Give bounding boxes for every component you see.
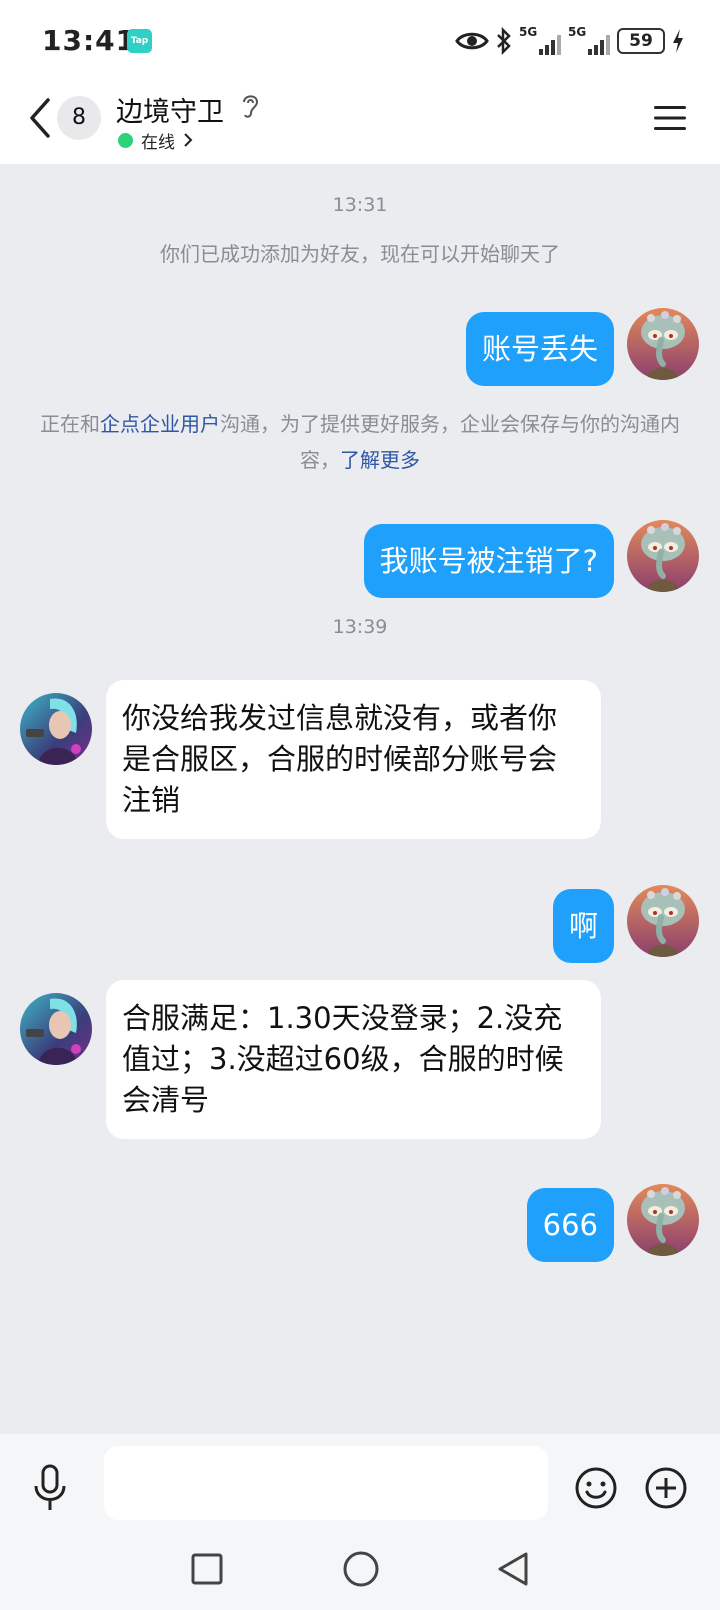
system-message: 你们已成功添加为好友，现在可以开始聊天了 [160,242,560,266]
my-avatar-image [627,308,699,380]
my-avatar-image [627,885,699,957]
network-type-label: 5G [519,25,538,39]
online-status-dot [118,133,133,148]
notice-prefix: 正在和 [40,412,100,436]
status-bar: 13:41 Tap 5G 5G 59 [0,0,720,82]
online-status-text[interactable]: 在线 [141,128,175,153]
chat-area[interactable]: 13:31 你们已成功添加为好友，现在可以开始聊天了 账号丢失 正在和企点企业用… [0,164,720,1434]
message-input[interactable] [104,1446,548,1520]
my-message-bubble[interactable]: 666 [526,1188,614,1262]
battery-icon: 59 [617,28,665,54]
signal-icon: 5G [568,25,610,57]
eye-icon [455,32,489,50]
ear-icon[interactable] [238,92,262,120]
network-type-label: 5G [568,25,587,39]
status-icons: 5G 5G 59 [455,24,684,58]
my-avatar[interactable] [627,1184,699,1256]
enterprise-notice: 正在和企点企业用户沟通，为了提供更好服务，企业会保存与你的沟通内容，了解更多 [40,406,680,478]
contact-message-bubble[interactable]: 合服满足：1.30天没登录；2.没充值过；3.没超过60级，合服的时候会清号 [106,980,601,1139]
emoji-icon[interactable] [574,1466,618,1510]
my-avatar-image [627,1184,699,1256]
signal-icon: 5G [519,25,561,57]
plus-icon[interactable] [644,1466,688,1510]
contact-message-bubble[interactable]: 你没给我发过信息就没有，或者你是合服区，合服的时候部分账号会注销 [106,680,601,839]
notice-text: 沟通，为了提供更好服务，企业会保存与你的沟通内容， [220,412,680,472]
contact-name[interactable]: 边境守卫 [116,90,224,129]
my-avatar-image [627,520,699,592]
clock: 13:41 [42,24,137,57]
my-avatar[interactable] [627,520,699,592]
enterprise-user-link[interactable]: 企点企业用户 [100,412,220,436]
bluetooth-icon [497,27,511,55]
microphone-icon[interactable] [30,1464,70,1512]
chat-header: 8 边境守卫 在线 [0,82,720,164]
charging-icon [673,29,683,53]
my-avatar[interactable] [627,308,699,380]
recent-apps-icon[interactable] [190,1552,224,1586]
tap-app-icon: Tap [127,29,152,53]
my-message-bubble[interactable]: 啊 [552,889,614,963]
contact-avatar-image [20,693,92,765]
my-message-bubble[interactable]: 我账号被注销了? [363,524,614,598]
timestamp: 13:39 [332,616,388,638]
my-avatar[interactable] [627,885,699,957]
back-icon[interactable] [494,1550,530,1588]
home-icon[interactable] [342,1550,380,1588]
learn-more-link[interactable]: 了解更多 [340,448,420,472]
contact-avatar-image [20,993,92,1065]
message-input-bar [0,1434,720,1542]
chevron-right-icon[interactable] [183,132,193,148]
contact-avatar[interactable] [20,993,92,1065]
unread-count-badge[interactable]: 8 [57,96,101,140]
timestamp: 13:31 [332,194,388,216]
back-arrow-icon[interactable] [24,96,56,140]
system-navigation-bar [0,1542,720,1610]
menu-icon[interactable] [654,104,686,132]
my-message-bubble[interactable]: 账号丢失 [465,312,614,386]
contact-avatar[interactable] [20,693,92,765]
